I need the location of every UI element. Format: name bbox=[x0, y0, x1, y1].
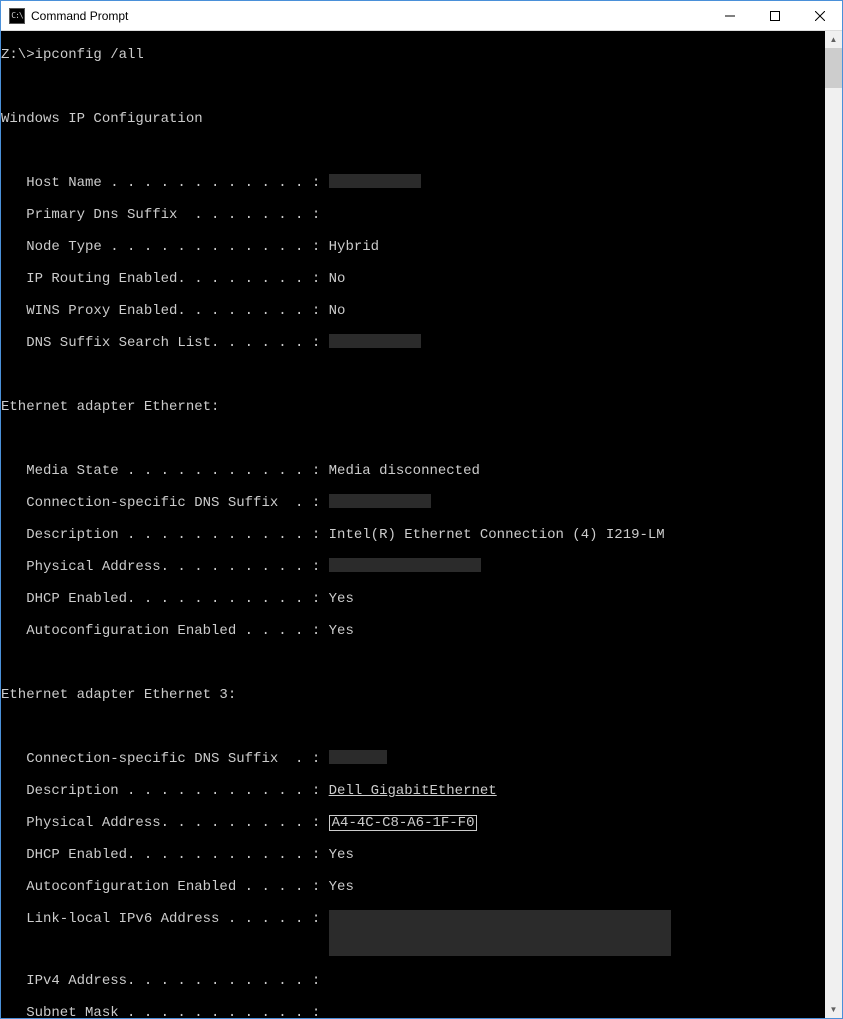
section-heading: Windows IP Configuration bbox=[1, 111, 203, 127]
autoconf-value: Yes bbox=[329, 623, 354, 639]
wins-proxy-label: WINS Proxy Enabled. . . . . . . . : bbox=[1, 303, 329, 319]
scroll-up-arrow-icon[interactable]: ▲ bbox=[825, 31, 842, 48]
dns-search-label: DNS Suffix Search List. . . . . . : bbox=[1, 335, 329, 351]
dhcp-label: DHCP Enabled. . . . . . . . . . . : bbox=[1, 591, 329, 607]
physical-address-label: Physical Address. . . . . . . . . : bbox=[1, 815, 329, 831]
scroll-track[interactable] bbox=[825, 48, 842, 1001]
scroll-thumb[interactable] bbox=[825, 48, 842, 88]
window-title: Command Prompt bbox=[31, 9, 707, 23]
physical-address-label: Physical Address. . . . . . . . . : bbox=[1, 559, 329, 575]
minimize-button[interactable] bbox=[707, 1, 752, 30]
dhcp-value: Yes bbox=[329, 591, 354, 607]
conn-dns-label: Connection-specific DNS Suffix . : bbox=[1, 495, 329, 511]
media-state-value: Media disconnected bbox=[329, 463, 480, 479]
description-value: Intel(R) Ethernet Connection (4) I219-LM bbox=[329, 527, 665, 543]
autoconf-label: Autoconfiguration Enabled . . . . : bbox=[1, 623, 329, 639]
cmd-icon: C:\ bbox=[9, 8, 25, 24]
description-label: Description . . . . . . . . . . . : bbox=[1, 527, 329, 543]
dhcp-value: Yes bbox=[329, 847, 354, 863]
prompt: Z:\> bbox=[1, 47, 35, 63]
ip-routing-value: No bbox=[329, 271, 346, 287]
primary-dns-label: Primary Dns Suffix . . . . . . . : bbox=[1, 207, 329, 223]
subnet-label: Subnet Mask . . . . . . . . . . . : bbox=[1, 1005, 329, 1018]
close-button[interactable] bbox=[797, 1, 842, 30]
title-bar: C:\ Command Prompt bbox=[1, 1, 842, 31]
window-controls bbox=[707, 1, 842, 30]
ipv6-label: Link-local IPv6 Address . . . . . : bbox=[1, 911, 329, 927]
host-name-label: Host Name . . . . . . . . . . . . : bbox=[1, 175, 329, 191]
section-heading: Ethernet adapter Ethernet 3: bbox=[1, 687, 236, 703]
scroll-down-arrow-icon[interactable]: ▼ bbox=[825, 1001, 842, 1018]
description-value: Dell GigabitEthernet bbox=[329, 783, 497, 799]
command-text: ipconfig /all bbox=[35, 47, 144, 63]
redacted-value bbox=[329, 558, 481, 572]
conn-dns-label: Connection-specific DNS Suffix . : bbox=[1, 751, 329, 767]
terminal-output[interactable]: Z:\>ipconfig /all Windows IP Configurati… bbox=[1, 31, 825, 1018]
wins-proxy-value: No bbox=[329, 303, 346, 319]
redacted-value bbox=[329, 174, 421, 188]
redacted-value bbox=[329, 494, 431, 508]
node-type-label: Node Type . . . . . . . . . . . . : bbox=[1, 239, 329, 255]
dhcp-label: DHCP Enabled. . . . . . . . . . . : bbox=[1, 847, 329, 863]
redacted-value bbox=[329, 910, 671, 956]
node-type-value: Hybrid bbox=[329, 239, 379, 255]
autoconf-label: Autoconfiguration Enabled . . . . : bbox=[1, 879, 329, 895]
ip-routing-label: IP Routing Enabled. . . . . . . . : bbox=[1, 271, 329, 287]
vertical-scrollbar[interactable]: ▲ ▼ bbox=[825, 31, 842, 1018]
section-heading: Ethernet adapter Ethernet: bbox=[1, 399, 219, 415]
redacted-value bbox=[329, 750, 387, 764]
autoconf-value: Yes bbox=[329, 879, 354, 895]
description-label: Description . . . . . . . . . . . : bbox=[1, 783, 329, 799]
ipv4-label: IPv4 Address. . . . . . . . . . . : bbox=[1, 973, 329, 989]
media-state-label: Media State . . . . . . . . . . . : bbox=[1, 463, 329, 479]
redacted-value bbox=[329, 334, 421, 348]
maximize-button[interactable] bbox=[752, 1, 797, 30]
physical-address-value: A4-4C-C8-A6-1F-F0 bbox=[329, 815, 478, 831]
